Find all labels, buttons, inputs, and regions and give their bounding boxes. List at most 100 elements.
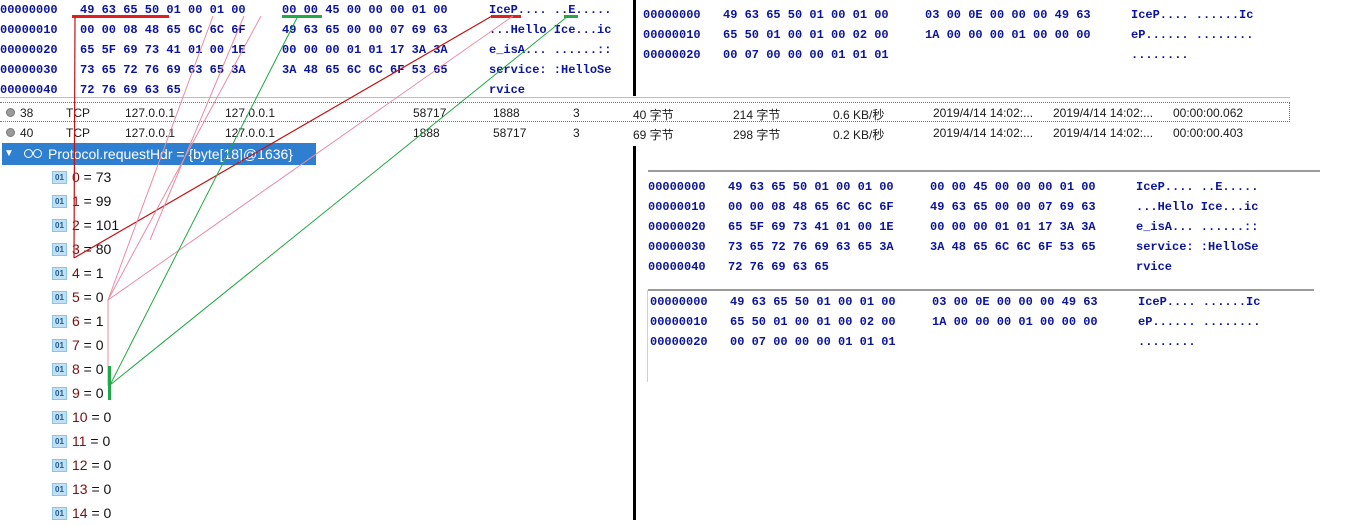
tree-item-eq: =: [79, 289, 96, 305]
hex-addr: 00000030: [0, 63, 58, 77]
hex-g1: 00 00 08 48 65 6C 6C 6F: [728, 200, 894, 214]
tree-item-eq: =: [87, 457, 104, 473]
hex-addr: 00000000: [650, 295, 708, 309]
tree-item-eq: =: [87, 505, 104, 521]
tree-item-value: 0: [102, 433, 111, 449]
packet-sport: 1888: [413, 126, 440, 140]
hex-addr: 00000010: [0, 23, 58, 37]
byte-value-icon: 01: [52, 171, 67, 184]
tree-item-eq: =: [87, 481, 104, 497]
hex-g1: 73 65 72 76 69 63 65 3A: [728, 240, 894, 254]
tree-item-text: 8 = 0: [72, 361, 104, 377]
hex-g1: 49 63 65 50 01 00 01 00: [730, 295, 896, 309]
hex-ascii: service: :HelloSe: [489, 63, 612, 77]
hex-mid-top-border: [648, 170, 1320, 172]
tree-item-eq: =: [86, 433, 103, 449]
tree-item-index: 11: [72, 433, 87, 449]
tree-item-value: 0: [95, 361, 104, 377]
packet-total: 214 字节: [733, 108, 781, 122]
tree-item-eq: =: [79, 337, 96, 353]
hex-g1: 72 76 69 63 65: [728, 260, 829, 274]
packet-dst: 127.0.0.1: [225, 126, 276, 140]
hex-addr: 00000000: [648, 180, 706, 194]
tree-node-requesthdr[interactable]: ▼ Protocol.requestHdr = {byte[18]@1636}: [2, 143, 316, 165]
tree-item-text: 3 = 80: [72, 241, 111, 257]
tree-item-value: 1: [95, 313, 104, 329]
packet-dst: 127.0.0.1: [225, 106, 276, 120]
packet-duration: 00:00:00.403: [1173, 126, 1244, 140]
byte-value-icon: 01: [52, 219, 67, 232]
chevron-down-icon[interactable]: ▼: [4, 143, 14, 165]
packet-row[interactable]: 40 TCP 127.0.0.1 127.0.0.1 1888 58717 3 …: [0, 123, 1290, 143]
hex-g1: 65 5F 69 73 41 01 00 1E: [80, 43, 246, 57]
hex-g2: 49 63 65 00 00 07 69 63: [930, 200, 1096, 214]
tree-item-value: 80: [95, 241, 112, 257]
vertical-separator: [633, 0, 636, 96]
packet-dport: 58717: [493, 126, 527, 140]
tree-item-index: 13: [72, 481, 88, 497]
tree-item-eq: =: [87, 409, 104, 425]
hex-ascii: rvice: [1136, 260, 1173, 274]
hex-g1: 73 65 72 76 69 63 65 3A: [80, 63, 246, 77]
hex-addr: 00000020: [643, 48, 701, 62]
hex-addr: 00000020: [650, 335, 708, 349]
hex-g2: 03 00 0E 00 00 00 49 63: [925, 8, 1091, 22]
hex-right-left-border: [647, 290, 648, 382]
tree-item-text: 0 = 73: [72, 169, 111, 185]
tree-item-index: 10: [72, 409, 88, 425]
packet-end: 2019/4/14 14:02:...: [1053, 126, 1154, 140]
byte-value-icon: 01: [52, 363, 67, 376]
tree-item-eq: =: [79, 385, 96, 401]
hex-ascii: IceP.... ......Ic: [1138, 295, 1261, 309]
tree-item-text: 2 = 101: [72, 217, 119, 233]
tree-item-index: 1: [72, 193, 80, 209]
packet-duration: 00:00:00.062: [1173, 106, 1244, 120]
tree-item-value: 1: [95, 265, 104, 281]
hex-addr: 00000030: [648, 240, 706, 254]
hex-g1: 00 00 08 48 65 6C 6C 6F: [80, 23, 246, 37]
tree-item-value: 0: [103, 505, 112, 521]
hex-ascii: ........: [1138, 335, 1196, 349]
packet-src: 127.0.0.1: [125, 106, 176, 120]
packet-start: 2019/4/14 14:02:...: [933, 126, 1034, 140]
selection-marker: [108, 366, 111, 400]
tree-item-text: 1 = 99: [72, 193, 111, 209]
hex-ascii: eP...... ........: [1138, 315, 1261, 329]
hex-ascii: ...Hello Ice...ic: [489, 23, 612, 37]
hex-ascii: service: :HelloSe: [1136, 240, 1259, 254]
packet-rate: 0.2 KB/秒: [833, 128, 885, 142]
hex-g1: 65 50 01 00 01 00 02 00: [723, 28, 889, 42]
tree-item-index: 6: [72, 313, 80, 329]
tree-item-value: 0: [95, 385, 104, 401]
byte-value-icon: 01: [52, 267, 67, 280]
status-dot-icon: [6, 128, 15, 137]
tree-item-eq: =: [79, 265, 96, 281]
packet-row[interactable]: 38 TCP 127.0.0.1 127.0.0.1 58717 1888 3 …: [0, 102, 1290, 122]
highlight-magic-bytes: [72, 15, 169, 18]
packet-count: 3: [573, 126, 580, 140]
tree-item-index: 7: [72, 337, 80, 353]
hex-ascii: eP...... ........: [1131, 28, 1254, 42]
hex-g2: 3A 48 65 6C 6C 6F 53 65: [930, 240, 1096, 254]
tree-item-value: 0: [103, 457, 112, 473]
packet-src: 127.0.0.1: [125, 126, 176, 140]
byte-value-icon: 01: [52, 459, 67, 472]
packet-no: 38: [20, 106, 34, 120]
hex-addr: 00000040: [648, 260, 706, 274]
packet-start: 2019/4/14 14:02:...: [933, 106, 1034, 120]
hex-g1: 65 50 01 00 01 00 02 00: [730, 315, 896, 329]
packet-end: 2019/4/14 14:02:...: [1053, 106, 1154, 120]
byte-value-icon: 01: [52, 435, 67, 448]
hex-g1: 49 63 65 50 01 00 01 00: [723, 8, 889, 22]
byte-value-icon: 01: [52, 339, 67, 352]
packet-dport: 1888: [493, 106, 520, 120]
tree-item-eq: =: [79, 313, 96, 329]
packet-list-top-border: [0, 97, 1290, 98]
tree-item-text: 12 = 0: [72, 457, 111, 473]
highlight-size-bytes: [282, 15, 322, 18]
vertical-separator-lower: [633, 146, 636, 520]
hex-addr: 00000000: [0, 3, 58, 17]
hex-g2: 3A 48 65 6C 6C 6F 53 65: [282, 63, 448, 77]
tree-item-text: 14 = 0: [72, 505, 111, 521]
packet-payload: 69 字节: [633, 128, 674, 142]
